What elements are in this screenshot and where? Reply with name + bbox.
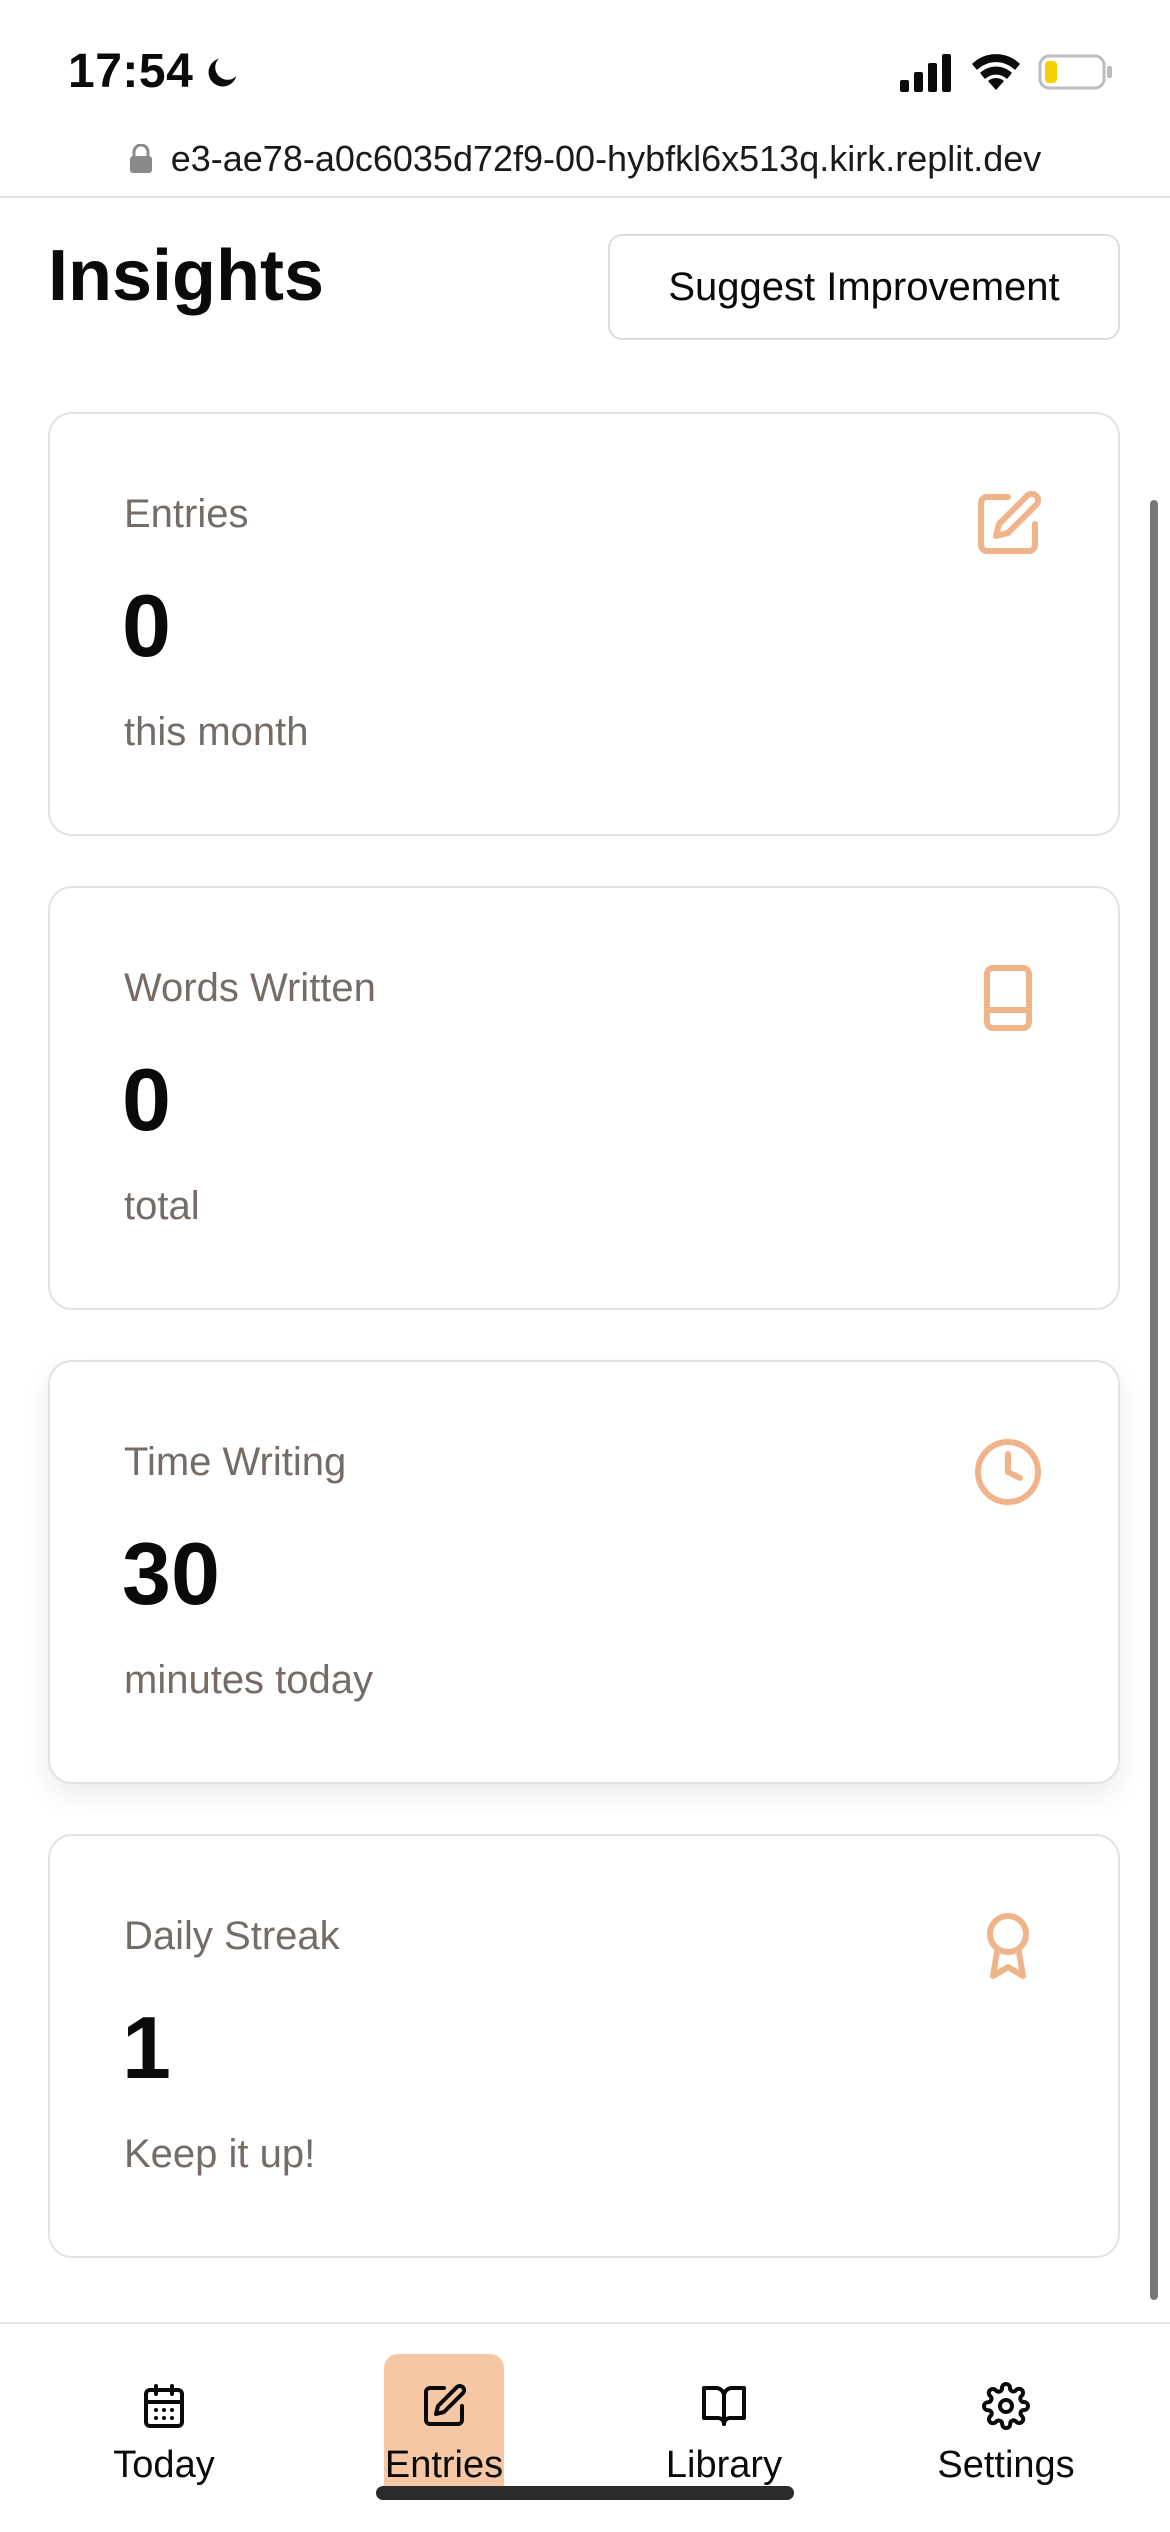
nav-label: Entries (384, 2444, 504, 2486)
card-label: Time Writing (124, 1440, 347, 1484)
address-bar[interactable]: e3-ae78-a0c6035d72f9-00-hybfkl6x513q.kir… (0, 122, 1170, 198)
battery-icon (1038, 54, 1112, 90)
suggest-improvement-button[interactable]: Suggest Improvement (608, 234, 1120, 340)
status-time: 17:54 (68, 44, 243, 99)
card-subtitle: this month (124, 710, 309, 754)
status-icons (898, 52, 1114, 92)
calendar-icon (144, 2384, 184, 2428)
stat-card-time-writing: Time Writing 30 minutes today (48, 1360, 1120, 1784)
cellular-signal-icon (900, 54, 951, 92)
card-subtitle: total (124, 1184, 200, 1228)
nav-label: Library (665, 2444, 783, 2486)
bottom-nav: Today Entries Library Settings (0, 2322, 1170, 2532)
edit-icon (424, 2383, 467, 2426)
moon-icon (208, 58, 237, 86)
nav-item-today[interactable]: Today (84, 2354, 244, 2494)
open-book-icon (702, 2386, 746, 2426)
status-bar: 17:54 (0, 0, 1170, 140)
nav-label: Today (113, 2444, 215, 2486)
wifi-icon (972, 54, 1020, 90)
card-subtitle: minutes today (124, 1658, 374, 1702)
card-label: Words Written (124, 966, 376, 1010)
stat-card-daily-streak: Daily Streak 1 Keep it up! (48, 1834, 1120, 2258)
card-value: 1 (122, 1998, 171, 2097)
card-subtitle: Keep it up! (124, 2132, 316, 2176)
card-value: 30 (122, 1524, 220, 1623)
card-label: Entries (124, 492, 249, 536)
stat-card-entries: Entries 0 this month (48, 412, 1120, 836)
scrollbar[interactable] (1150, 500, 1158, 2300)
nav-label: Settings (937, 2444, 1075, 2486)
nav-item-library[interactable]: Library (644, 2354, 804, 2494)
card-value: 0 (122, 576, 171, 675)
page-title: Insights (48, 236, 325, 316)
nav-item-settings[interactable]: Settings (916, 2354, 1096, 2494)
award-icon (987, 1913, 1029, 1979)
nav-item-entries[interactable]: Entries (384, 2354, 504, 2494)
gear-icon (982, 2382, 1030, 2430)
card-label: Daily Streak (124, 1914, 340, 1958)
status-time-text: 17:54 (68, 45, 194, 98)
book-icon (984, 965, 1032, 1031)
edit-icon (978, 491, 1041, 554)
card-value: 0 (122, 1050, 171, 1149)
clock-icon (975, 1439, 1041, 1505)
url-text: e3-ae78-a0c6035d72f9-00-hybfkl6x513q.kir… (170, 138, 1042, 179)
lock-icon (129, 144, 152, 173)
home-indicator[interactable] (376, 2486, 794, 2500)
stat-card-words-written: Words Written 0 total (48, 886, 1120, 1310)
